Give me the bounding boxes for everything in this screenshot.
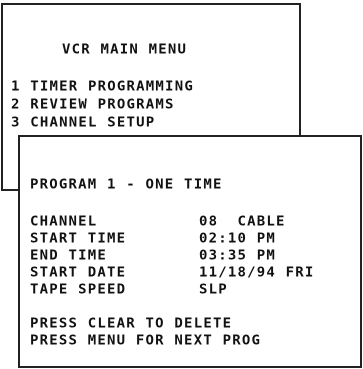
- channel-value[interactable]: 08 CABLE: [199, 215, 286, 228]
- start-date-label: START DATE: [30, 265, 127, 281]
- tape-speed-label: TAPE SPEED: [30, 282, 127, 298]
- main-menu-title: VCR MAIN MENU: [62, 42, 188, 58]
- menu-item-timer-programming[interactable]: 1 TIMER PROGRAMMING: [11, 80, 194, 93]
- clear-to-delete-instruction: PRESS CLEAR TO DELETE: [30, 316, 233, 332]
- menu-item-review-programs[interactable]: 2 REVIEW PROGRAMS: [11, 98, 175, 111]
- start-time-label: START TIME: [30, 231, 127, 247]
- end-time-value[interactable]: 03:35 PM: [199, 249, 276, 262]
- channel-label: CHANNEL: [30, 214, 98, 230]
- menu-next-program-instruction: PRESS MENU FOR NEXT PROG: [30, 333, 262, 349]
- tape-speed-value[interactable]: SLP: [199, 283, 228, 296]
- end-time-label: END TIME: [30, 248, 108, 264]
- menu-item-channel-setup[interactable]: 3 CHANNEL SETUP: [11, 116, 155, 129]
- program-detail-panel: PROGRAM 1 - ONE TIME CHANNEL 08 CABLE ST…: [18, 135, 362, 368]
- program-title: PROGRAM 1 - ONE TIME: [30, 177, 223, 193]
- start-date-value[interactable]: 11/18/94 FRI: [199, 266, 315, 279]
- start-time-value[interactable]: 02:10 PM: [199, 232, 276, 245]
